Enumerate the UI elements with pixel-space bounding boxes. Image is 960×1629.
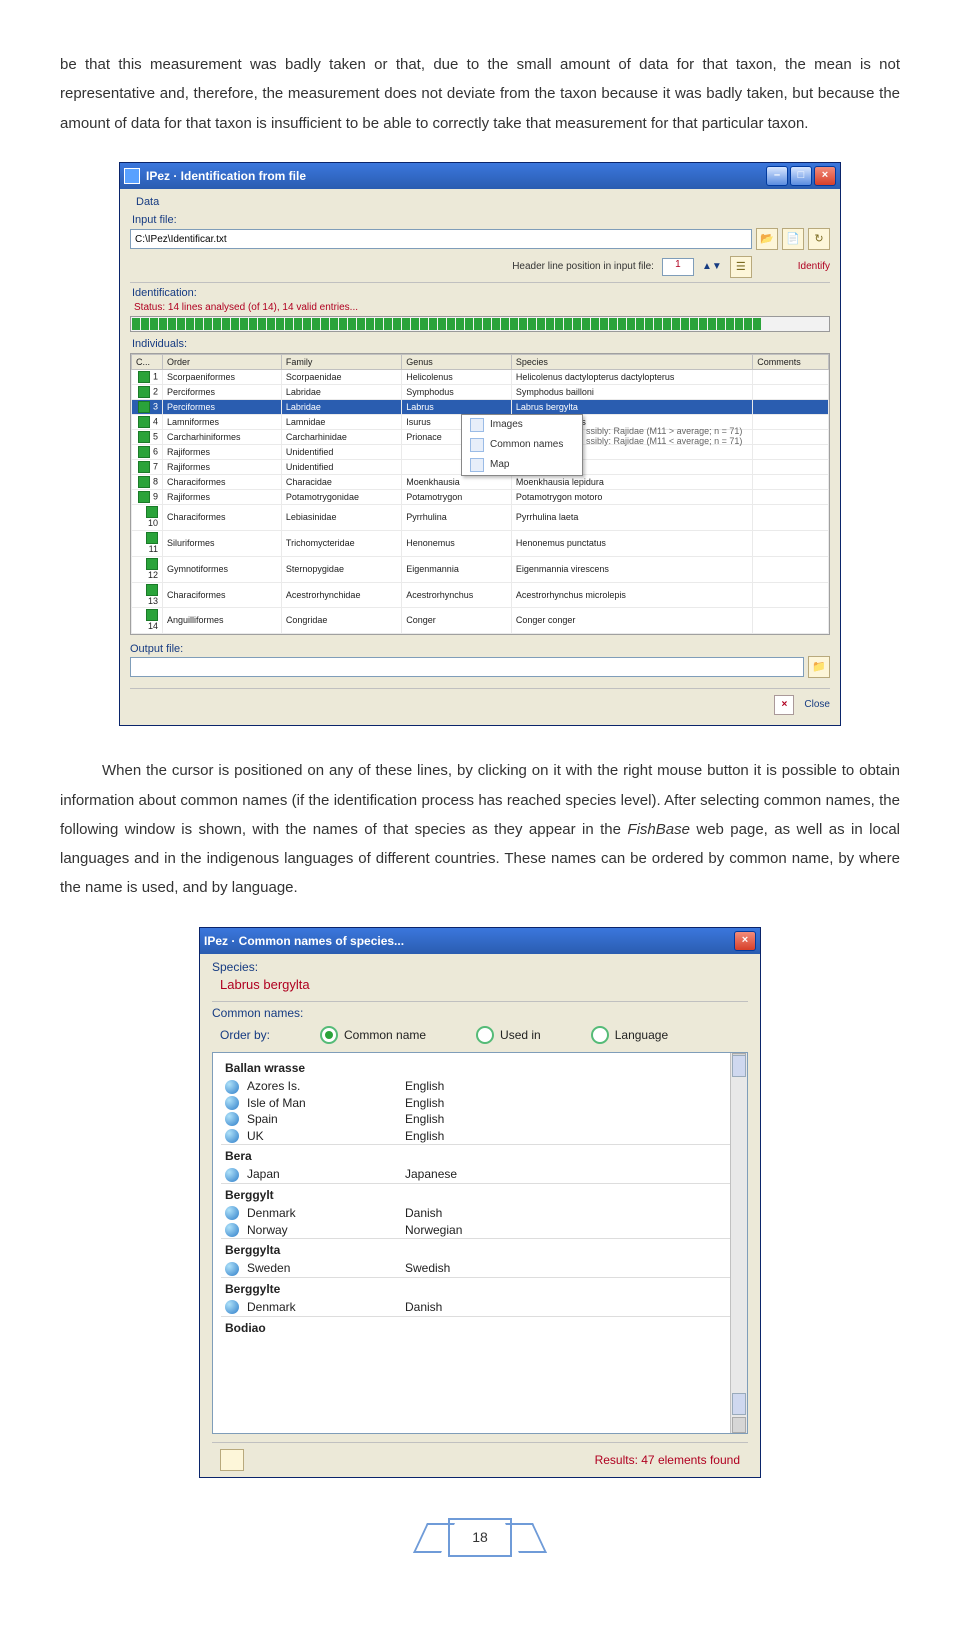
header-pos-label: Header line position in input file:	[512, 261, 654, 273]
app-icon	[124, 168, 140, 184]
close-window-button[interactable]: ×	[814, 166, 836, 186]
list-item[interactable]: NorwayNorwegian	[221, 1222, 739, 1238]
output-file-field[interactable]	[130, 657, 804, 677]
output-file-label: Output file:	[130, 643, 183, 656]
window-title: IPez · Identification from file	[146, 169, 306, 183]
ctx-images[interactable]: Images	[462, 415, 582, 435]
close-button[interactable]: Close	[804, 699, 830, 711]
input-file-label: Input file:	[132, 214, 830, 227]
status-text: Status: 14 lines analysed (of 14), 14 va…	[134, 302, 830, 314]
results-count: Results: 47 elements found	[595, 1453, 740, 1467]
ctx-common-names[interactable]: Common names	[462, 435, 582, 455]
table-row[interactable]: 11SiluriformesTrichomycteridaeHenonemusH…	[132, 531, 829, 557]
close-x-icon[interactable]: ×	[774, 695, 794, 715]
scrollbar[interactable]	[730, 1053, 747, 1433]
table-row[interactable]: 10CharaciformesLebiasinidaePyrrhulinaPyr…	[132, 505, 829, 531]
species-label: Species:	[212, 960, 748, 974]
refresh-icon[interactable]: ↻	[808, 228, 830, 250]
table-row[interactable]: 13CharaciformesAcestrorhynchidaeAcestror…	[132, 582, 829, 608]
table-row[interactable]: 12GymnotiformesSternopygidaeEigenmanniaE…	[132, 556, 829, 582]
names-listbox[interactable]: Ballan wrasseAzores Is.EnglishIsle of Ma…	[212, 1052, 748, 1434]
col-header[interactable]: C...	[132, 354, 163, 370]
comments-overflow: ssibly: Rajidae (M11 > average; n = 71) …	[586, 426, 742, 448]
globe-icon	[225, 1112, 239, 1126]
open-file-icon[interactable]: 📂	[756, 228, 778, 250]
map-icon	[470, 458, 484, 472]
save-icon[interactable]: 📁	[808, 656, 830, 678]
ctx-map[interactable]: Map	[462, 455, 582, 475]
table-row[interactable]: 14AnguilliformesCongridaeCongerConger co…	[132, 608, 829, 634]
globe-icon	[225, 1080, 239, 1094]
globe-icon	[225, 1223, 239, 1237]
export-icon[interactable]	[220, 1449, 244, 1471]
globe-icon	[225, 1129, 239, 1143]
individuals-label: Individuals:	[132, 338, 830, 351]
list-item[interactable]: DenmarkDanish	[221, 1205, 739, 1221]
radio-used-in[interactable]: Used in	[476, 1026, 541, 1044]
preview-icon[interactable]: ☰	[730, 256, 752, 278]
titlebar[interactable]: IPez · Identification from file – □ ×	[120, 163, 840, 189]
window-title-2: IPez · Common names of species...	[204, 934, 404, 948]
globe-icon	[225, 1300, 239, 1314]
minimize-button[interactable]: –	[766, 166, 788, 186]
header-pos-input[interactable]: 1	[662, 258, 694, 276]
col-header[interactable]: Species	[511, 354, 752, 370]
list-item[interactable]: Isle of ManEnglish	[221, 1095, 739, 1111]
list-item[interactable]: Azores Is.English	[221, 1078, 739, 1094]
table-row[interactable]: 8CharaciformesCharacidaeMoenkhausiaMoenk…	[132, 475, 829, 490]
globe-icon	[225, 1096, 239, 1110]
page-number: 18	[448, 1518, 512, 1557]
paragraph-2: When the cursor is positioned on any of …	[60, 756, 900, 902]
group-header: Berggylt	[221, 1183, 739, 1205]
col-header[interactable]: Order	[163, 354, 282, 370]
window-identification: IPez · Identification from file – □ × Da…	[119, 162, 841, 727]
identification-label: Identification:	[132, 287, 830, 300]
group-header: Berggylte	[221, 1277, 739, 1299]
globe-icon	[225, 1206, 239, 1220]
species-value: Labrus bergylta	[220, 977, 748, 993]
group-header: Bera	[221, 1144, 739, 1166]
results-table[interactable]: C...OrderFamilyGenusSpeciesComments 1Sco…	[130, 353, 830, 636]
list-item[interactable]: SpainEnglish	[221, 1111, 739, 1127]
col-header[interactable]: Comments	[753, 354, 829, 370]
context-menu[interactable]: Images Common names Map	[461, 414, 583, 476]
table-row[interactable]: 1ScorpaeniformesScorpaenidaeHelicolenusH…	[132, 370, 829, 385]
common-names-label: Common names:	[212, 1006, 748, 1020]
identify-button[interactable]: Identify	[798, 261, 830, 273]
radio-common-name[interactable]: Common name	[320, 1026, 426, 1044]
globe-icon	[225, 1262, 239, 1276]
close-window-button-2[interactable]: ×	[734, 931, 756, 951]
input-file-field[interactable]	[130, 229, 752, 249]
menu-data[interactable]: Data	[130, 193, 830, 212]
group-header: Bodiao	[221, 1316, 739, 1338]
list-item[interactable]: DenmarkDanish	[221, 1299, 739, 1315]
group-header: Berggylta	[221, 1238, 739, 1260]
page-number-banner: 18	[60, 1518, 900, 1563]
col-header[interactable]: Family	[281, 354, 401, 370]
names-icon	[470, 438, 484, 452]
order-by-label: Order by:	[220, 1028, 270, 1042]
titlebar-2[interactable]: IPez · Common names of species... ×	[200, 928, 760, 954]
group-header: Ballan wrasse	[221, 1057, 739, 1078]
table-row[interactable]: 9RajiformesPotamotrygonidaePotamotrygonP…	[132, 490, 829, 505]
list-item[interactable]: SwedenSwedish	[221, 1260, 739, 1276]
maximize-button[interactable]: □	[790, 166, 812, 186]
list-item[interactable]: JapanJapanese	[221, 1166, 739, 1182]
radio-language[interactable]: Language	[591, 1026, 668, 1044]
scroll-thumb[interactable]	[732, 1055, 746, 1077]
progress-bar	[130, 316, 830, 332]
globe-icon	[225, 1168, 239, 1182]
table-row[interactable]: 2PerciformesLabridaeSymphodusSymphodus b…	[132, 385, 829, 400]
list-item[interactable]: UKEnglish	[221, 1128, 739, 1144]
paragraph-1: be that this measurement was badly taken…	[60, 50, 900, 138]
doc-icon[interactable]: 📄	[782, 228, 804, 250]
scroll-down-icon[interactable]	[732, 1417, 746, 1433]
image-icon	[470, 418, 484, 432]
window-common-names: IPez · Common names of species... × Spec…	[199, 927, 761, 1478]
col-header[interactable]: Genus	[402, 354, 512, 370]
